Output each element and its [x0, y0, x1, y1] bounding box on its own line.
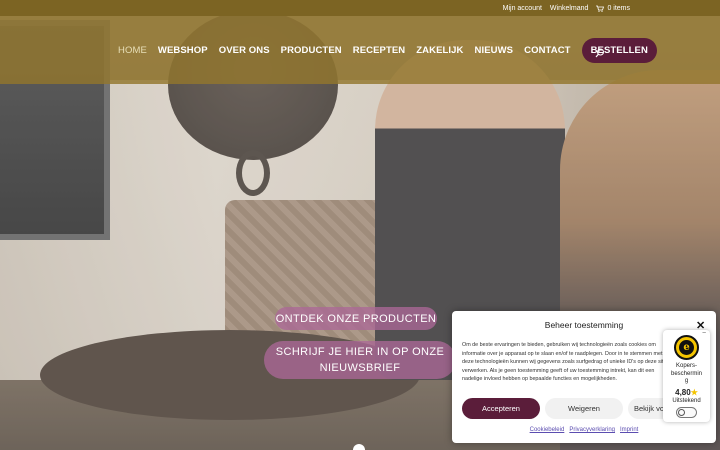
trust-score-value: 4,80 [675, 388, 691, 397]
trust-seal-icon: e [674, 335, 699, 360]
toggle-knob-icon [678, 409, 685, 416]
buyer-protection-label: Kopers- beschermin g [663, 363, 710, 386]
consent-body: Om de beste ervaringen te bieden, gebrui… [462, 342, 667, 382]
nav-zakelijk[interactable]: ZAKELIJK [416, 45, 463, 56]
cart-items-link[interactable]: 0 items [596, 5, 630, 12]
nav-webshop[interactable]: WEBSHOP [158, 45, 208, 56]
main-nav: HOME WEBSHOP OVER ONS PRODUCTEN RECEPTEN… [118, 32, 657, 68]
cart-items-count: 0 items [607, 4, 630, 12]
trust-badge[interactable]: − e Kopers- beschermin g 4,80★ Uitsteken… [663, 330, 710, 422]
nav-home[interactable]: HOME [118, 45, 147, 56]
main-header: HOME WEBSHOP OVER ONS PRODUCTEN RECEPTEN… [0, 16, 720, 84]
deny-button[interactable]: Weigeren [545, 398, 623, 419]
buyer-protection-line2: beschermin [670, 370, 702, 377]
consent-links: Cookiebeleid Privacyverklaring Imprint [452, 427, 716, 433]
imprint-link[interactable]: Imprint [620, 427, 638, 433]
trust-seal-letter: e [679, 340, 694, 355]
trust-score: 4,80★ [663, 388, 710, 397]
trust-rating: Uitstekend [672, 398, 701, 404]
newsletter-line1: SCHRIJF JE HIER IN OP ONZE [275, 346, 445, 358]
discover-products-button[interactable]: ONTDEK ONZE PRODUCTEN [275, 307, 437, 330]
nav-nieuws[interactable]: NIEUWS [475, 45, 514, 56]
trust-toggle[interactable] [676, 407, 697, 418]
search-icon[interactable] [595, 48, 605, 58]
top-bar: Mijn account Winkelmand 0 items [0, 0, 720, 16]
slider-dot[interactable] [353, 444, 365, 450]
buyer-protection-line3: g [684, 378, 689, 384]
consent-title: Beheer toestemming [544, 320, 624, 330]
account-link[interactable]: Mijn account [503, 5, 542, 12]
nav-producten[interactable]: PRODUCTEN [281, 45, 342, 56]
privacy-link[interactable]: Privacyverklaring [569, 427, 615, 433]
cart-link[interactable]: Winkelmand [550, 5, 589, 12]
nav-over-ons[interactable]: OVER ONS [219, 45, 270, 56]
newsletter-line2: NIEUWSBRIEF [319, 362, 401, 374]
cart-icon [596, 5, 605, 12]
nav-recepten[interactable]: RECEPTEN [353, 45, 406, 56]
accept-button[interactable]: Accepteren [462, 398, 540, 419]
star-icon: ★ [690, 388, 698, 397]
collapse-icon[interactable]: − [702, 330, 706, 337]
nav-contact[interactable]: CONTACT [524, 45, 570, 56]
cookie-policy-link[interactable]: Cookiebeleid [530, 427, 565, 433]
newsletter-button[interactable]: SCHRIJF JE HIER IN OP ONZE NIEUWSBRIEF [264, 341, 456, 379]
order-button[interactable]: BESTELLEN [581, 37, 657, 63]
buyer-protection-line1: Kopers- [675, 363, 697, 369]
